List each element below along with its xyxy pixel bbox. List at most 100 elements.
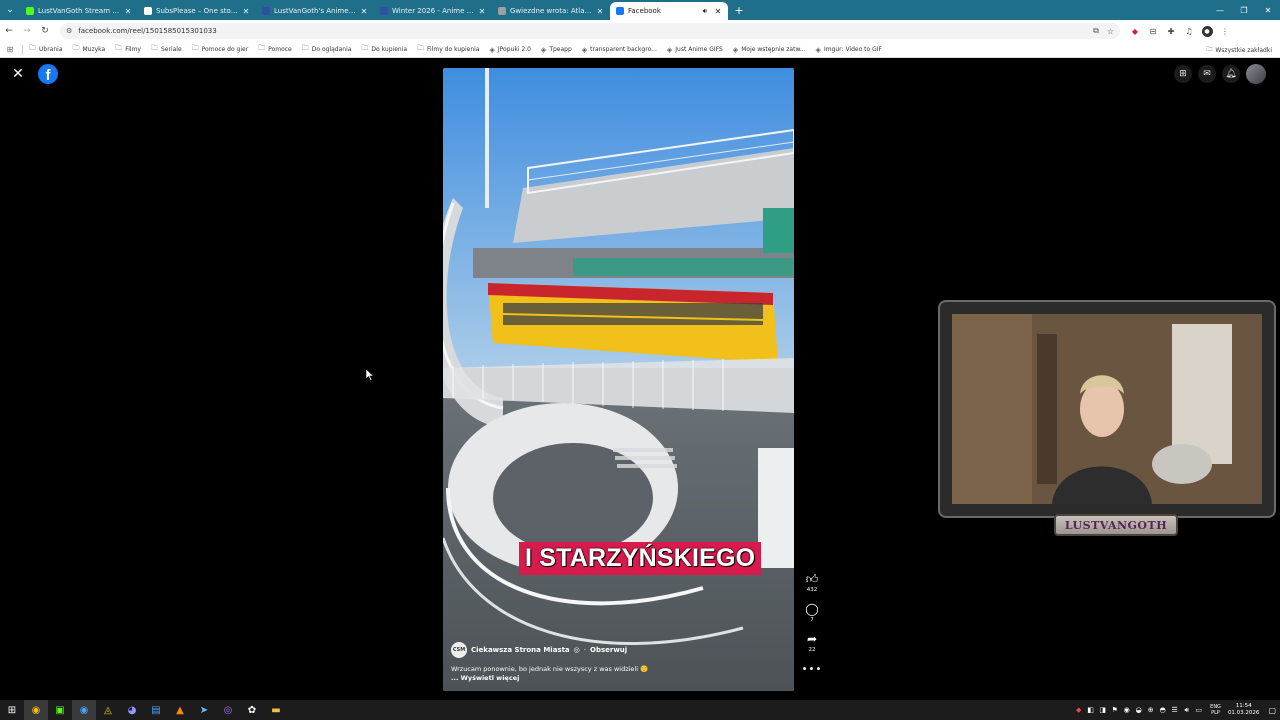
notifications-bell-icon[interactable]: 🔔︎ xyxy=(1222,65,1240,83)
bookmark-item[interactable]: ◈ Moje wstępnie zatw... xyxy=(733,44,806,55)
author-name[interactable]: Ciekawsza Strona Miasta xyxy=(471,646,570,654)
app-icon[interactable]: ◬ xyxy=(96,700,120,720)
extension-icon[interactable]: ◆ xyxy=(1128,24,1142,38)
bookmark-label: Muzyka xyxy=(82,46,106,53)
browser-tab[interactable]: LustVanGoth's Anime List - My ✕ xyxy=(256,2,374,20)
bookmark-item[interactable]: ◈ transparent backgro... xyxy=(582,44,657,55)
bookmark-star-icon[interactable]: ☆ xyxy=(1107,27,1114,36)
browser-tab[interactable]: SubsPlease – One stop shop fo ✕ xyxy=(138,2,256,20)
browser-app-icon[interactable]: ◉ xyxy=(72,700,96,720)
minimize-icon[interactable]: — xyxy=(1208,0,1232,20)
tray-icon[interactable]: ◆ xyxy=(1074,706,1083,714)
forward-icon[interactable]: → xyxy=(18,22,36,40)
volume-icon[interactable]: 🔊︎ xyxy=(1182,706,1191,715)
share-action[interactable]: ➦ 22 xyxy=(807,632,817,653)
app-icon[interactable]: ▤ xyxy=(144,700,168,720)
network-icon[interactable]: ☰ xyxy=(1170,706,1179,714)
browser-tab[interactable]: LustVanGoth Stream - Watch Li ✕ xyxy=(20,2,138,20)
menu-grid-icon[interactable]: ⊞ xyxy=(1174,65,1192,83)
tray-icon[interactable]: ◒ xyxy=(1134,706,1143,714)
thumbs-up-icon[interactable]: 👍︎ xyxy=(806,572,819,586)
browser-toolbar: ← → ↻ ⚙ facebook.com/reel/15015850153010… xyxy=(0,20,1280,42)
account-avatar[interactable] xyxy=(1246,64,1266,84)
reel-video[interactable]: I STARZYŃSKIEGO CSM Ciekawsza Strona Mia… xyxy=(443,68,794,691)
start-icon[interactable]: ⊞ xyxy=(0,700,24,720)
clock[interactable]: 11:54 01.03.2026 xyxy=(1228,703,1260,717)
new-tab-button[interactable]: + xyxy=(732,4,746,17)
tab-search-icon[interactable]: ⌄ xyxy=(0,0,20,20)
like-action[interactable]: 👍︎ 432 xyxy=(806,572,819,593)
webcam-feed xyxy=(952,314,1262,504)
bookmark-item[interactable]: 🗀 Muzyka xyxy=(73,44,106,55)
comment-icon[interactable]: ◯ xyxy=(805,602,818,616)
tab-close-icon[interactable]: ✕ xyxy=(360,7,368,16)
browser-tab[interactable]: Gwiezdne wrota: Atlantyda / St ✕ xyxy=(492,2,610,20)
tray-icon[interactable]: ⊕ xyxy=(1146,706,1155,714)
site-info-icon[interactable]: ⚙ xyxy=(66,27,72,35)
bookmark-item[interactable]: 🗀 Do oglądania xyxy=(302,44,352,55)
screen: ⌄ LustVanGoth Stream - Watch Li✕SubsPlea… xyxy=(0,0,1280,720)
bookmark-item[interactable]: 🗀 Pomoce xyxy=(258,44,292,55)
browser-menu-icon[interactable]: ⋮ xyxy=(1218,24,1232,38)
extension-icon[interactable]: ⊟ xyxy=(1146,24,1160,38)
bookmark-item[interactable]: ◈ Imgur: Video to GIF xyxy=(816,44,882,55)
tray-icon[interactable]: ◧ xyxy=(1086,706,1095,714)
tray-icon[interactable]: ⚑ xyxy=(1110,706,1119,714)
follow-button[interactable]: Obserwuj xyxy=(590,646,627,654)
bookmark-item[interactable]: 🗀 Ubrania xyxy=(29,44,63,55)
media-control-icon[interactable]: ♫ xyxy=(1182,24,1196,38)
bookmark-item[interactable]: 🗀 Pomoce do gier xyxy=(192,44,249,55)
profile-avatar-icon[interactable]: ● xyxy=(1200,24,1214,38)
reload-icon[interactable]: ↻ xyxy=(36,22,54,40)
more-options-icon[interactable]: ••• xyxy=(802,664,823,675)
extensions-puzzle-icon[interactable]: ✚ xyxy=(1164,24,1178,38)
comment-action[interactable]: ◯ 7 xyxy=(805,602,818,623)
address-bar[interactable]: ⚙ facebook.com/reel/1501585015301033 ⧉ ☆ xyxy=(60,23,1120,39)
browser-tab[interactable]: Facebook 🔊︎ ✕ xyxy=(610,2,728,20)
back-icon[interactable]: ← xyxy=(0,22,18,40)
app-icon[interactable]: ✿ xyxy=(240,700,264,720)
tab-close-icon[interactable]: ✕ xyxy=(596,7,604,16)
bookmark-item[interactable]: 🗀 Filmy do kupienia xyxy=(417,44,479,55)
author-avatar[interactable]: CSM xyxy=(451,642,467,658)
discord-icon[interactable]: ◕ xyxy=(120,700,144,720)
all-bookmarks[interactable]: 🗀 Wszystkie zakładki xyxy=(1206,42,1272,58)
notifications-icon[interactable]: ▢ xyxy=(1268,706,1276,715)
steam-icon[interactable]: ➤ xyxy=(192,700,216,720)
chrome-icon[interactable]: ◉ xyxy=(24,700,48,720)
file-explorer-icon[interactable]: ▬ xyxy=(264,700,288,720)
share-icon[interactable]: ➦ xyxy=(807,632,817,646)
tab-close-icon[interactable]: ✕ xyxy=(242,7,250,16)
tab-close-icon[interactable]: ✕ xyxy=(478,7,486,16)
bookmark-item[interactable]: 🗀 Seriale xyxy=(151,44,182,55)
tray-icon[interactable]: ◉ xyxy=(1122,706,1131,714)
vlc-icon[interactable]: ▲ xyxy=(168,700,192,720)
globe-icon: ◎ xyxy=(573,646,580,654)
bookmark-item[interactable]: ◈ JPopuki 2.0 xyxy=(489,44,530,55)
apps-grid-icon[interactable]: ⊞ xyxy=(0,45,20,54)
tab-favicon-icon xyxy=(380,7,388,15)
bookmark-item[interactable]: 🗀 Filmy xyxy=(115,44,141,55)
obs-icon[interactable]: ◎ xyxy=(216,700,240,720)
window-controls: — ❐ ✕ xyxy=(1208,0,1280,20)
close-reel-icon[interactable]: ✕ xyxy=(10,66,26,82)
tray-icon[interactable]: ◨ xyxy=(1098,706,1107,714)
tab-close-icon[interactable]: ✕ xyxy=(714,7,722,16)
restore-icon[interactable]: ❐ xyxy=(1232,0,1256,20)
bookmark-item[interactable]: 🗀 Do kupienia xyxy=(361,44,407,55)
battery-icon[interactable]: ▭ xyxy=(1194,706,1203,714)
app-icon[interactable]: ▣ xyxy=(48,700,72,720)
language-indicator[interactable]: ENG PLP xyxy=(1210,704,1221,716)
tab-audio-icon[interactable]: 🔊︎ xyxy=(703,7,707,16)
facebook-logo-icon[interactable]: f xyxy=(38,64,58,84)
messenger-icon[interactable]: ✉ xyxy=(1198,65,1216,83)
tray-icon[interactable]: ◓ xyxy=(1158,706,1167,714)
bookmark-item[interactable]: ◈ Just Anime GIFS xyxy=(667,44,723,55)
see-more-link[interactable]: ... Wyświetl więcej xyxy=(451,674,751,683)
tab-close-icon[interactable]: ✕ xyxy=(124,7,132,16)
close-window-icon[interactable]: ✕ xyxy=(1256,0,1280,20)
bookmark-item[interactable]: ◈ Tpeapp xyxy=(541,44,572,55)
tab-favicon-icon xyxy=(616,7,624,15)
install-app-icon[interactable]: ⧉ xyxy=(1093,26,1099,36)
browser-tab[interactable]: Winter 2026 - Anime - MyAnim ✕ xyxy=(374,2,492,20)
